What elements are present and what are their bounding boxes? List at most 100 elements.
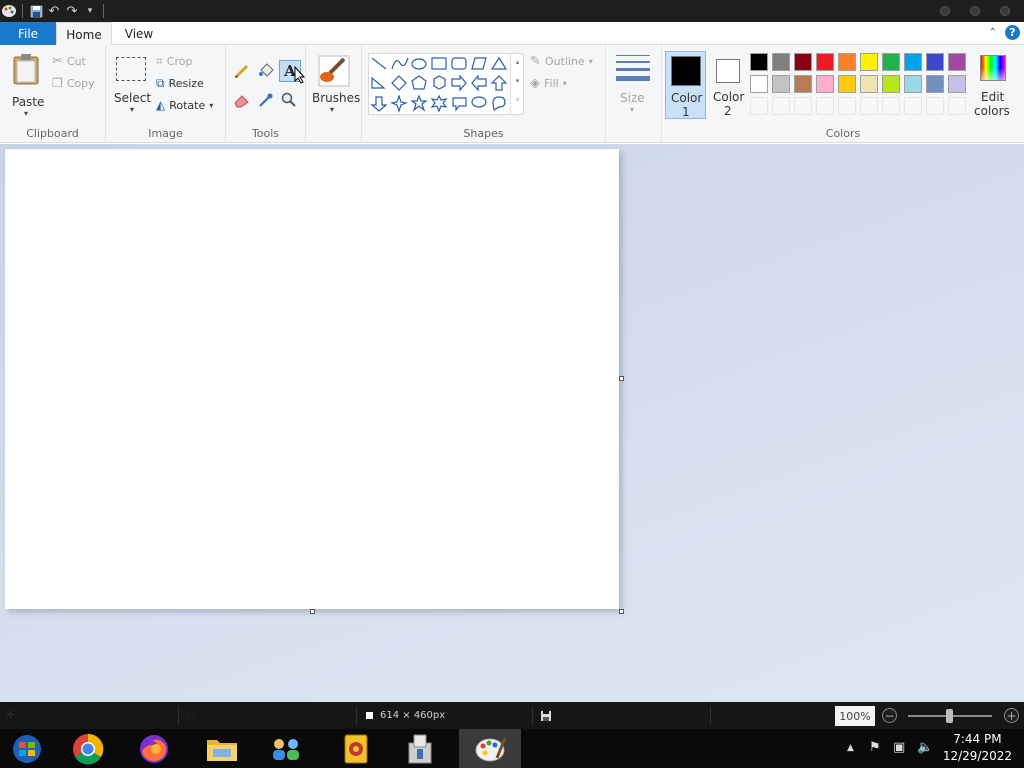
color-swatch[interactable] [860,75,878,93]
zoom-slider-thumb[interactable] [946,709,953,723]
installer-icon[interactable] [389,729,451,768]
mahjong-icon[interactable] [325,729,387,768]
action-center-flag-icon[interactable]: ⚑ [869,740,881,755]
color-swatch[interactable] [794,75,812,93]
brushes-button[interactable]: Brushes ▾ [310,53,360,119]
chrome-icon[interactable] [57,729,119,768]
color-swatch[interactable] [904,75,922,93]
rotate-label: Rotate [169,98,206,112]
color1-button[interactable]: Color 1 [665,51,706,119]
minimize-ribbon-icon[interactable]: ⌃ [989,27,997,38]
resize-handle-corner[interactable] [619,609,624,614]
paste-button[interactable]: Paste ▾ [6,51,46,119]
canvas-workspace[interactable] [0,144,1024,702]
close-button[interactable] [1000,6,1010,16]
custom-color-slot[interactable] [816,97,834,115]
color-swatch[interactable] [860,53,878,71]
save-icon[interactable] [27,2,45,20]
cut-button[interactable]: ✂ Cut [52,54,86,69]
redo-icon[interactable]: ↷ [63,2,81,20]
resize-handle-right[interactable] [619,376,624,381]
paint-icon[interactable] [459,729,521,768]
color-picker-icon[interactable] [257,91,275,109]
fill-button[interactable]: ◈ Fill ▾ [530,76,567,91]
color2-button[interactable]: Color 2 [708,51,748,119]
drawing-canvas[interactable] [5,149,619,609]
custom-color-slot[interactable] [750,97,768,115]
fill-bucket-icon[interactable] [257,62,275,80]
resize-handle-bottom[interactable] [310,609,315,614]
custom-color-slot[interactable] [926,97,944,115]
resize-button[interactable]: ⧉ Resize [156,76,204,91]
outline-button[interactable]: ✎ Outline ▾ [530,54,593,69]
color-swatch[interactable] [794,53,812,71]
show-hidden-icons-icon[interactable]: ▲ [847,743,854,753]
custom-color-slot[interactable] [860,97,878,115]
separator [710,706,711,725]
eraser-icon[interactable] [233,91,251,109]
color-swatch[interactable] [816,53,834,71]
rotate-icon: ◭ [156,98,166,112]
tools-group-label: Tools [251,127,280,140]
custom-color-slot[interactable] [882,97,900,115]
tab-home[interactable]: Home [56,22,112,46]
color-swatch[interactable] [926,53,944,71]
custom-color-slot[interactable] [838,97,856,115]
rotate-button[interactable]: ◭ Rotate ▾ [156,98,213,112]
color-swatch[interactable] [750,53,768,71]
color-swatch[interactable] [816,75,834,93]
color2-label-line1: Color [713,90,745,104]
custom-color-slot[interactable] [904,97,922,115]
color-swatch[interactable] [948,75,966,93]
custom-color-slot[interactable] [772,97,790,115]
tab-view[interactable]: View [116,22,162,45]
color1-swatch [671,56,701,86]
color-swatch[interactable] [948,53,966,71]
color-swatch[interactable] [882,75,900,93]
maximize-button[interactable] [970,6,980,16]
pencil-icon[interactable] [233,62,251,80]
file-explorer-icon[interactable] [191,729,253,768]
firefox-icon[interactable] [123,729,185,768]
select-button[interactable]: Select ▾ [112,53,156,119]
color-swatch[interactable] [926,75,944,93]
windows-start-icon[interactable] [0,729,54,768]
zoom-out-button[interactable]: − [882,708,897,723]
shapes-scrollbar[interactable]: ▴ ▾ ▿ [510,53,524,115]
tab-file[interactable]: File [0,22,56,45]
color-swatch[interactable] [772,75,790,93]
size-lines-icon [616,55,650,81]
shapes-gallery-icons[interactable] [369,54,515,114]
clock[interactable]: 7:44 PM 12/29/2022 [943,731,1012,765]
size-button[interactable]: Size ▾ [614,53,654,119]
clock-time: 7:44 PM [953,732,1002,746]
undo-icon[interactable]: ↶ [45,2,63,20]
edit-colors-button[interactable]: Edit colors [970,51,1016,119]
resize-icon: ⧉ [156,76,165,90]
color-swatch[interactable] [882,53,900,71]
color-swatch[interactable] [838,75,856,93]
minimize-button[interactable] [940,6,950,16]
color-swatch[interactable] [750,75,768,93]
zoom-in-button[interactable]: + [1004,708,1019,723]
ribbon-tabs: File Home View ⌃ ? [0,22,1024,46]
color-swatch[interactable] [904,53,922,71]
color-swatch[interactable] [838,53,856,71]
volume-icon[interactable]: 🔈 [917,740,933,755]
clipboard-group: Paste ▾ ✂ Cut ❐ Copy Clipboard [0,45,106,143]
brush-icon [318,55,350,87]
ribbon: Paste ▾ ✂ Cut ❐ Copy Clipboard Select ▾ … [0,45,1024,143]
network-people-icon[interactable] [255,729,317,768]
copy-button[interactable]: ❐ Copy [52,76,95,90]
network-icon[interactable]: ▣ [893,740,905,755]
chevron-down-icon: ▾ [130,105,135,114]
help-icon[interactable]: ? [1005,25,1020,40]
magnifier-icon[interactable] [280,91,298,109]
color-swatch[interactable] [772,53,790,71]
paint-app-icon[interactable] [0,2,18,20]
select-label: Select [114,91,152,105]
custom-color-slot[interactable] [794,97,812,115]
custom-color-slot[interactable] [948,97,966,115]
crop-button[interactable]: ⌗ Crop [156,54,192,69]
customize-qa-icon[interactable]: ▾ [81,2,99,20]
